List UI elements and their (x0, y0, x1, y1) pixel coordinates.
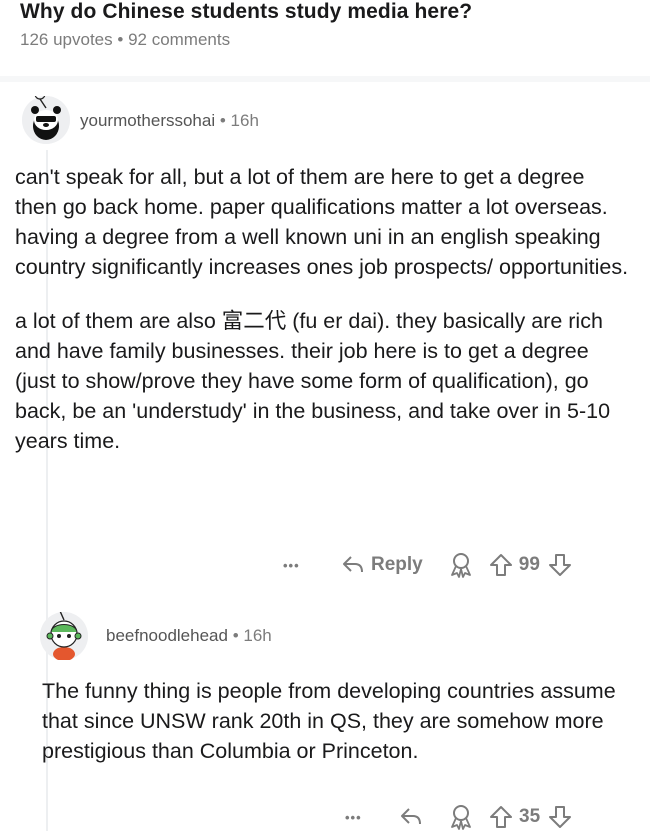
comment-actions: ••• Reply 99 (283, 550, 572, 580)
upvote-button[interactable] (489, 805, 513, 829)
comment-time: 16h (243, 626, 272, 645)
reply-button[interactable]: Reply (341, 554, 423, 576)
more-button[interactable]: ••• (283, 558, 323, 573)
award-icon (451, 805, 471, 830)
comment-paragraph: The funny thing is people from developin… (42, 679, 616, 763)
comment-body: The funny thing is people from developin… (42, 676, 622, 766)
more-icon: ••• (283, 557, 300, 573)
vote-count: 35 (519, 806, 541, 827)
more-button[interactable]: ••• (345, 810, 385, 825)
comment-meta: yourmotherssohai • 16h (80, 111, 259, 131)
post-header: Why do Chinese students study media here… (0, 0, 650, 77)
reply-label: Reply (371, 554, 423, 575)
meta-separator: • (232, 626, 239, 645)
upvote-count: 126 upvotes (20, 30, 113, 49)
comment-body: can't speak for all, but a lot of them a… (15, 162, 630, 456)
reply-button[interactable] (399, 806, 423, 828)
comment-paragraph: can't speak for all, but a lot of them a… (15, 165, 629, 279)
award-button[interactable] (447, 552, 475, 578)
downvote-button[interactable] (548, 553, 572, 577)
downvote-arrow-icon (549, 806, 572, 828)
panda-avatar-icon (22, 96, 70, 144)
meta-separator: • (117, 30, 124, 49)
reply-arrow-icon (343, 556, 363, 573)
meta-separator: • (219, 111, 226, 130)
award-icon (450, 553, 471, 578)
avatar[interactable] (40, 612, 88, 660)
comment-time: 16h (230, 111, 259, 130)
downvote-arrow-icon (548, 554, 571, 576)
comment-author[interactable]: beefnoodlehead (106, 626, 228, 645)
more-icon: ••• (345, 809, 362, 825)
post-meta: 126 upvotes • 92 comments (20, 30, 230, 50)
comment-count[interactable]: 92 comments (128, 30, 230, 49)
award-button[interactable] (447, 804, 475, 830)
comment-actions: ••• 35 (345, 802, 572, 832)
reply-arrow-icon (401, 808, 421, 825)
upvote-arrow-icon (490, 806, 512, 828)
upvote-arrow-icon (489, 554, 512, 576)
avatar[interactable] (22, 96, 70, 144)
vote-count: 99 (518, 554, 540, 575)
upvote-button[interactable] (489, 553, 513, 577)
comment-paragraph: a lot of them are also 富二代 (fu er dai). … (15, 309, 611, 453)
comment-author[interactable]: yourmotherssohai (80, 111, 215, 130)
header-divider (0, 76, 650, 82)
comment-meta: beefnoodlehead • 16h (106, 626, 272, 646)
post-title[interactable]: Why do Chinese students study media here… (20, 0, 472, 24)
noodle-avatar-icon (40, 612, 88, 660)
downvote-button[interactable] (548, 805, 572, 829)
